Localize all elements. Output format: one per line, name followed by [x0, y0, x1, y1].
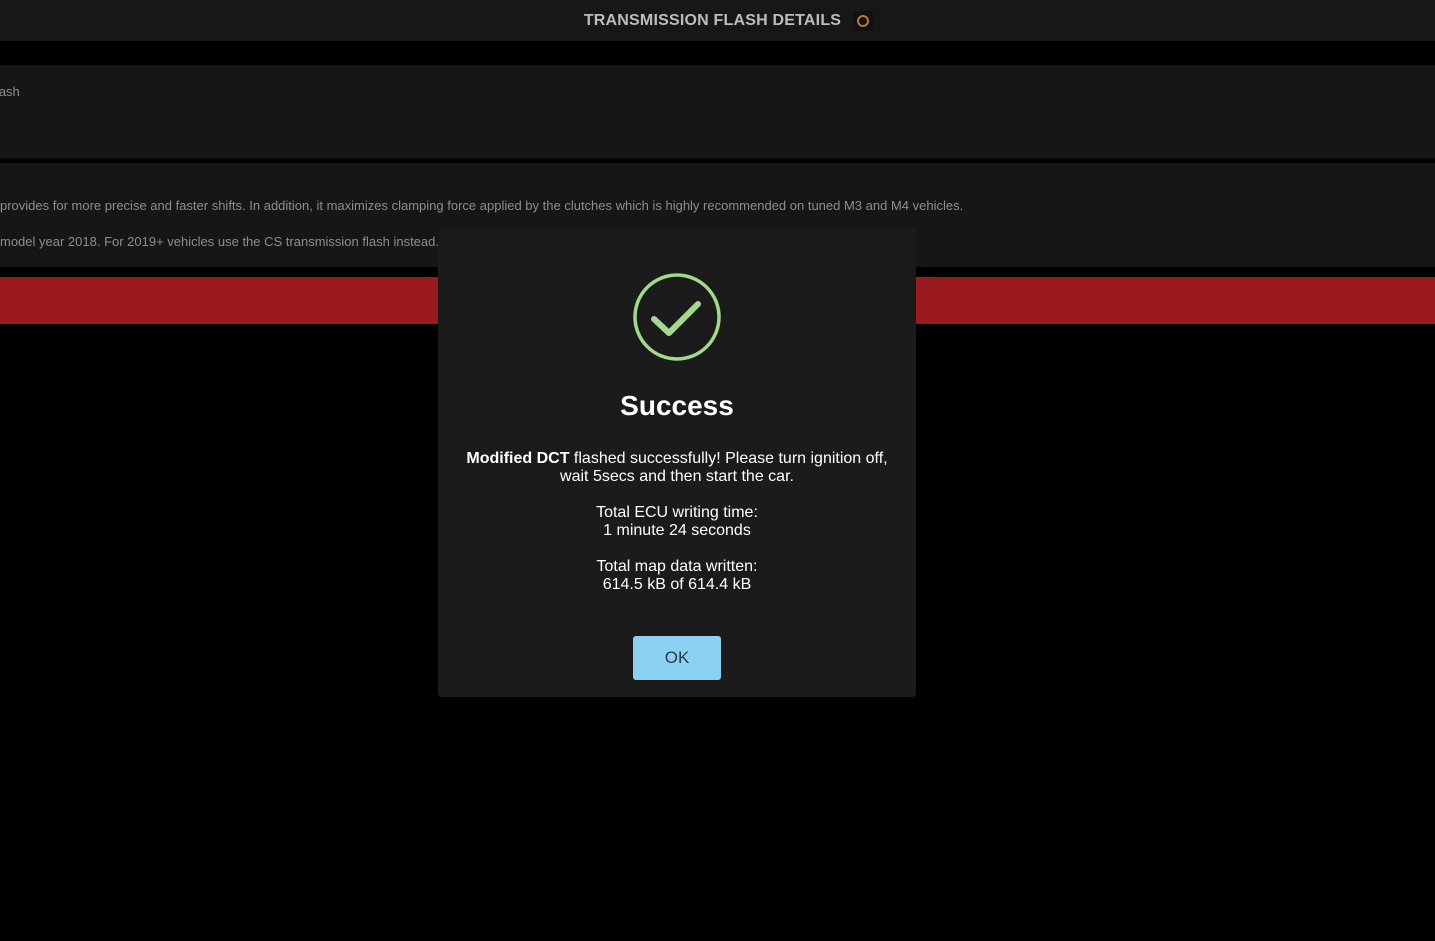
writing-time-label: Total ECU writing time: — [596, 504, 758, 521]
success-check-icon — [633, 273, 721, 361]
dialog-title: Success — [620, 390, 734, 421]
writing-time-stat: Total ECU writing time: 1 minute 24 seco… — [438, 504, 916, 540]
success-dialog: Success Modified DCT flashed successfull… — [438, 228, 916, 697]
description-line-2: model year 2018. For 2019+ vehicles use … — [0, 234, 439, 249]
flash-name-panel: Flash — [0, 65, 1435, 159]
header-icon-button[interactable] — [853, 10, 874, 31]
map-data-value: 614.5 kB of 614.4 kB — [602, 576, 752, 593]
description-line-1: provides for more precise and faster shi… — [0, 198, 964, 213]
page-title: TRANSMISSION FLASH DETAILS — [583, 11, 842, 29]
writing-time-value: 1 minute 24 seconds — [603, 522, 751, 539]
dialog-message-line-1-rest: flashed successfully! Please turn igniti… — [569, 450, 888, 467]
ring-icon — [857, 14, 870, 27]
ok-button[interactable]: OK — [633, 636, 721, 680]
dialog-message-line-1: Modified DCT flashed successfully! Pleas… — [438, 450, 916, 468]
map-data-stat: Total map data written: 614.5 kB of 614.… — [438, 558, 916, 594]
flash-name-strong: Modified DCT — [466, 450, 570, 467]
dialog-message: Modified DCT flashed successfully! Pleas… — [438, 450, 916, 486]
page-header: TRANSMISSION FLASH DETAILS — [0, 0, 1435, 41]
flash-name-text: Flash — [0, 84, 20, 99]
dialog-message-line-2: wait 5secs and then start the car. — [560, 468, 794, 485]
map-data-label: Total map data written: — [596, 558, 758, 575]
app-page: TRANSMISSION FLASH DETAILS Flash provide… — [0, 0, 1435, 941]
